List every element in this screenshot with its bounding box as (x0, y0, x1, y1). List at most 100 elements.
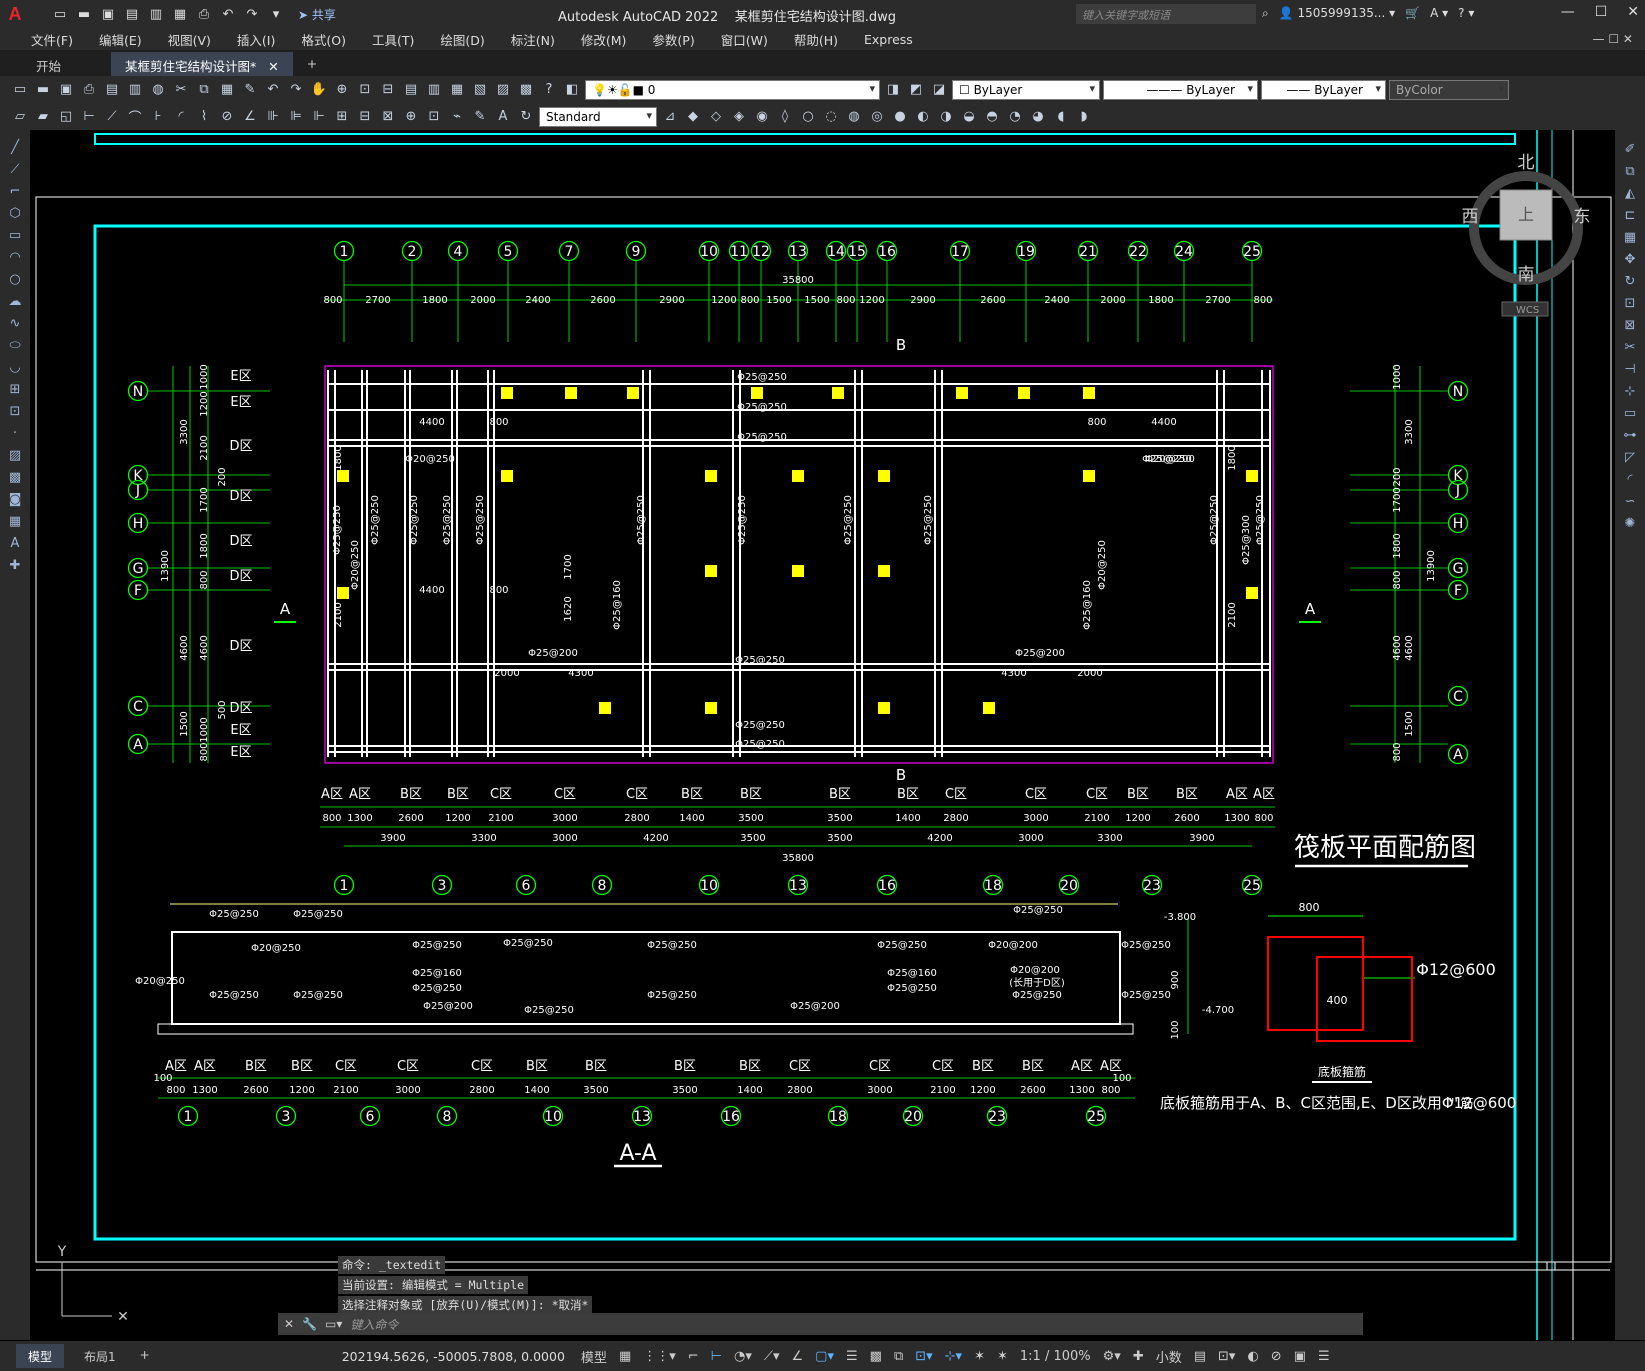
stretch-icon[interactable]: ⊠ (1620, 316, 1640, 334)
plot-icon[interactable]: ⎙ (194, 4, 214, 24)
wrench-icon[interactable]: 🔧 (302, 1317, 317, 1331)
hatch-icon[interactable]: ▨ (5, 446, 25, 464)
quick-dim-icon[interactable]: ⊪ (263, 107, 283, 127)
layer-previous-icon[interactable]: ◨ (883, 80, 903, 100)
angular-icon[interactable]: ∠ (240, 107, 260, 127)
user-account[interactable]: 👤 1505999135... ▾ (1279, 6, 1395, 21)
copy-icon[interactable]: ⧉ (194, 80, 214, 100)
point-icon[interactable]: · (5, 424, 25, 442)
dim-update-icon[interactable]: ↻ (516, 107, 536, 127)
open-icon[interactable]: ▬ (74, 4, 94, 24)
continue-icon[interactable]: ⊩ (309, 107, 329, 127)
tab-drawing[interactable]: 某框剪住宅结构设计图* ✕ (111, 52, 293, 76)
baseline-icon[interactable]: ⊫ (286, 107, 306, 127)
diameter-icon[interactable]: ⊘ (217, 107, 237, 127)
menu-parametric[interactable]: 参数(P) (639, 30, 707, 49)
command-input[interactable]: 键入命令 (350, 1316, 398, 1333)
search-icon[interactable]: ⌕ (1262, 6, 1269, 21)
tab-close-icon[interactable]: ✕ (268, 59, 278, 74)
drawing-canvas[interactable]: 1 2 4 5 7 9 10 11 12 13 14 15 16 17 19 21 22 24 25 1 3 6 8 10 13… (30, 130, 1615, 1340)
dim-icon-2[interactable]: ▰ (33, 107, 53, 127)
cart-icon[interactable]: 🛒 (1405, 6, 1420, 21)
publish-icon[interactable]: ▥ (125, 80, 145, 100)
copy-object-icon[interactable]: ⧉ (1620, 162, 1640, 180)
dim-style-dropdown[interactable]: Standard (539, 106, 657, 127)
linetype-dropdown[interactable]: ——— ByLayer (1103, 79, 1258, 100)
modify-icon-8[interactable]: ◍ (844, 107, 864, 127)
clean-screen-icon[interactable]: ▣ (1294, 1349, 1306, 1364)
layer-states-icon[interactable]: ◪ (929, 80, 949, 100)
region-icon[interactable]: ◙ (5, 490, 25, 508)
modify-icon-13[interactable]: ◒ (959, 107, 979, 127)
modify-icon-14[interactable]: ◓ (982, 107, 1002, 127)
viewcube-north[interactable]: 北 (1518, 153, 1535, 173)
extend-icon[interactable]: ⊣ (1620, 360, 1640, 378)
circle-icon[interactable]: ○ (5, 270, 25, 288)
dim-icon-1[interactable]: ▱ (10, 107, 30, 127)
menu-modify[interactable]: 修改(M) (568, 30, 640, 49)
mirror-icon[interactable]: ◭ (1620, 184, 1640, 202)
dim-icon-3[interactable]: ◱ (56, 107, 76, 127)
hardware-accel-icon[interactable]: ⊘ (1271, 1349, 1282, 1364)
tab-start[interactable]: 开始 (22, 52, 75, 76)
properties-icon[interactable]: ▤ (401, 80, 421, 100)
offset-icon[interactable]: ⊏ (1620, 206, 1640, 224)
ellipse-arc-icon[interactable]: ◡ (5, 358, 25, 376)
modify-icon-18[interactable]: ◗ (1074, 107, 1094, 127)
dynamic-ucs-icon[interactable]: ⊹▾ (945, 1349, 962, 1364)
units-button[interactable]: 小数 (1156, 1347, 1182, 1366)
polyline-icon[interactable]: ⌐ (5, 182, 25, 200)
menu-tools[interactable]: 工具(T) (359, 30, 427, 49)
plot-preview-icon[interactable]: ▦ (170, 4, 190, 24)
preview-icon[interactable]: ▤ (102, 80, 122, 100)
share-button[interactable]: ➤ 共享 (298, 6, 336, 23)
menu-insert[interactable]: 插入(I) (224, 30, 288, 49)
dim-text-edit-icon[interactable]: A (493, 107, 513, 127)
quick-properties-icon[interactable]: ▤ (1194, 1349, 1206, 1364)
move-icon[interactable]: ✥ (1620, 250, 1640, 268)
jogged-linear-icon[interactable]: ⌁ (447, 107, 467, 127)
linear-dim-icon[interactable]: ⊢ (79, 107, 99, 127)
ordinate-icon[interactable]: ⊦ (148, 107, 168, 127)
line-icon[interactable]: ╱ (5, 138, 25, 156)
publish-icon[interactable]: ▥ (146, 4, 166, 24)
space-icon[interactable]: ⊞ (332, 107, 352, 127)
menu-express[interactable]: Express (851, 32, 926, 47)
arc-icon[interactable]: ◠ (5, 248, 25, 266)
snap-icon[interactable]: ⋮⋮▾ (643, 1349, 676, 1364)
break-icon[interactable]: ▭ (1620, 404, 1640, 422)
ellipse-icon[interactable]: ⬭ (5, 336, 25, 354)
revision-cloud-icon[interactable]: ☁ (5, 292, 25, 310)
annotation-scale[interactable]: 1:1 / 100% (1020, 1349, 1091, 1364)
scale-icon[interactable]: ⊡ (1620, 294, 1640, 312)
object-snap-tracking-icon[interactable]: ∠ (792, 1349, 804, 1364)
3d-osnap-icon[interactable]: ⊡▾ (915, 1349, 932, 1364)
sheet-set-icon[interactable]: ▧ (470, 80, 490, 100)
transparency-icon[interactable]: ▩ (870, 1349, 882, 1364)
polar-icon[interactable]: ◔▾ (734, 1349, 752, 1364)
help-icon[interactable]: ? (539, 80, 559, 100)
chamfer-icon[interactable]: ◸ (1620, 448, 1640, 466)
recent-commands-icon[interactable]: ▭▾ (325, 1317, 342, 1331)
modify-icon-17[interactable]: ◖ (1051, 107, 1071, 127)
dim-style-icon[interactable]: ⊿ (660, 107, 680, 127)
viewcube-south[interactable]: 南 (1518, 265, 1535, 285)
modify-icon-9[interactable]: ◎ (867, 107, 887, 127)
add-layout-button[interactable]: + (128, 1344, 162, 1368)
zoom-window-icon[interactable]: ⊡ (355, 80, 375, 100)
undo-icon[interactable]: ↶ (263, 80, 283, 100)
modify-icon-5[interactable]: ◊ (775, 107, 795, 127)
explode-icon[interactable]: ✺ (1620, 514, 1640, 532)
grid-icon[interactable]: ▦ (619, 1349, 631, 1364)
3d-dwf-icon[interactable]: ◍ (148, 80, 168, 100)
radius-icon[interactable]: ◜ (171, 107, 191, 127)
add-selected-icon[interactable]: ✚ (5, 556, 25, 574)
lineweight-icon[interactable]: ☰ (846, 1349, 858, 1364)
center-mark-icon[interactable]: ⊕ (401, 107, 421, 127)
cut-icon[interactable]: ✂ (171, 80, 191, 100)
dim-edit-icon[interactable]: ✎ (470, 107, 490, 127)
zoom-previous-icon[interactable]: ⊟ (378, 80, 398, 100)
menu-view[interactable]: 视图(V) (155, 30, 224, 49)
modify-icon-12[interactable]: ◑ (936, 107, 956, 127)
color-dropdown[interactable]: ☐ ByLayer (952, 79, 1100, 100)
